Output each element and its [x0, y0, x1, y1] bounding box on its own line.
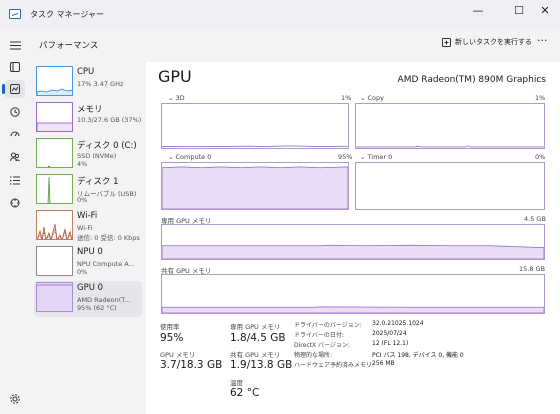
page-title: パフォーマンス: [39, 41, 99, 51]
list-item-name: ディスク 0 (C:): [77, 141, 137, 151]
dedicated-memory-label: 専用 GPU メモリ: [230, 323, 281, 331]
list-item-value: 95% (62 °C): [77, 304, 117, 312]
title-bar: タスク マネージャー — ☐ ✕: [0, 0, 560, 30]
cpu-thumbnail: [36, 66, 73, 96]
gpu-memory-label: GPU メモリ: [160, 351, 196, 359]
physical-location-key: 物理的な場所:: [294, 352, 333, 359]
dedicated-memory-value: 1.8/4.5 GB: [230, 332, 286, 344]
app-history-icon[interactable]: [5, 103, 25, 121]
list-item-detail: AMD Radeon(T...: [77, 296, 131, 304]
disk-0-thumbnail: [36, 138, 73, 168]
list-item-gpu-0[interactable]: GPU 0 AMD Radeon(T... 95% (62 °C): [34, 281, 142, 317]
graph-compute-selector[interactable]: ⌄ Compute 0: [168, 153, 211, 161]
graph-compute: [161, 162, 349, 210]
graph-3d-label: 3D: [175, 94, 185, 102]
graph-timer: [355, 162, 545, 210]
run-task-label: 新しいタスクを実行する: [455, 38, 532, 46]
list-item-memory[interactable]: メモリ 10.3/27.6 GB (37%): [34, 101, 142, 137]
shared-memory-value: 1.9/13.8 GB: [230, 359, 293, 371]
window-title: タスク マネージャー: [30, 10, 104, 19]
directx-version-key: DirectX バージョン:: [294, 342, 350, 349]
list-item-detail: NPU Compute A...: [77, 260, 135, 268]
minimize-button[interactable]: —: [465, 2, 491, 22]
list-item-name: GPU 0: [77, 283, 104, 293]
nav-rail: [0, 30, 30, 414]
list-item-name: NPU 0: [77, 247, 103, 257]
directx-version-value: 12 (FL 12.1): [372, 340, 409, 347]
list-item-value: 0%: [77, 268, 88, 276]
graph-compute-label: Compute 0: [175, 153, 212, 161]
graph-timer-selector[interactable]: ⌄ Timer 0: [360, 153, 392, 161]
list-item-detail: Wi-Fi: [77, 224, 93, 232]
close-button[interactable]: ✕: [532, 2, 558, 22]
resource-list: CPU 17% 3.47 GHz メモリ 10.3/27.6 GB (37%) …: [30, 62, 144, 322]
list-item-detail: 10.3/27.6 GB (37%): [77, 116, 142, 124]
processes-icon[interactable]: [5, 58, 25, 76]
shared-memory-label: 共有 GPU メモリ: [230, 351, 281, 359]
temperature-label: 温度: [230, 379, 243, 387]
maximize-button[interactable]: ☐: [506, 2, 532, 22]
memory-thumbnail: [36, 102, 73, 132]
graph-copy-selector[interactable]: ⌄ Copy: [360, 94, 384, 102]
gpu-heading: GPU: [158, 67, 192, 86]
usage-value: 95%: [160, 332, 184, 344]
gpu-memory-value: 3.7/18.3 GB: [160, 359, 223, 371]
driver-version-value: 32.0.21025.1024: [372, 320, 424, 327]
driver-date-key: ドライバーの日付:: [294, 332, 344, 339]
list-item-wifi[interactable]: Wi-Fi Wi-Fi 送信: 0 受信: 0 Kbps: [34, 209, 142, 245]
performance-icon[interactable]: [2, 80, 25, 98]
gpu-detail-panel: GPU AMD Radeon(TM) 890M Graphics ⌄ 3D 1%…: [146, 62, 560, 414]
list-item-disk-1[interactable]: ディスク 1 リムーバブル (USB) 0%: [34, 173, 142, 209]
driver-version-key: ドライバーのバージョン:: [294, 322, 362, 329]
list-item-name: メモリ: [77, 105, 103, 115]
gpu-model-name: AMD Radeon(TM) 890M Graphics: [397, 75, 546, 85]
list-item-disk-0[interactable]: ディスク 0 (C:) SSD (NVMe) 4%: [34, 137, 142, 173]
hamburger-icon[interactable]: [5, 36, 25, 54]
settings-icon[interactable]: [5, 390, 25, 408]
list-item-name: CPU: [77, 67, 95, 77]
graph-copy-percent: 1%: [535, 94, 546, 102]
graph-compute-percent: 95%: [338, 153, 353, 161]
list-item-cpu[interactable]: CPU 17% 3.47 GHz: [34, 65, 142, 101]
graph-3d: [161, 103, 349, 149]
run-new-task-button[interactable]: 新しいタスクを実行する: [442, 37, 532, 47]
graph-3d-percent: 1%: [341, 94, 352, 102]
graph-shared-memory: [161, 274, 545, 314]
list-item-name: Wi-Fi: [77, 211, 98, 221]
list-item-detail: SSD (NVMe): [77, 152, 117, 160]
graph-timer-percent: 0%: [535, 153, 546, 161]
list-item-detail: 17% 3.47 GHz: [77, 80, 124, 88]
list-item-name: ディスク 1: [77, 177, 119, 187]
temperature-value: 62 °C: [230, 387, 260, 399]
details-icon[interactable]: [5, 171, 25, 189]
graph-shared-memory-max: 15.8 GB: [519, 265, 546, 273]
graph-timer-label: Timer 0: [367, 153, 393, 161]
driver-date-value: 2025/07/24: [372, 330, 407, 337]
graph-dedicated-memory-max: 4.5 GB: [524, 215, 546, 223]
task-manager-app-icon: [9, 9, 21, 19]
list-item-value: 送信: 0 受信: 0 Kbps: [77, 234, 140, 242]
users-icon[interactable]: [5, 148, 25, 166]
physical-location-value: PCI バス 198, デバイス 0, 機能 0: [372, 352, 464, 359]
disk-1-thumbnail: [36, 174, 73, 204]
list-item-value: 4%: [77, 160, 88, 168]
graph-dedicated-memory: [161, 224, 545, 260]
services-icon[interactable]: [5, 194, 25, 212]
graph-copy: [355, 103, 545, 149]
reserved-memory-key: ハードウェア予約済みメモリ:: [294, 362, 375, 369]
wifi-thumbnail: [36, 210, 73, 240]
graph-copy-label: Copy: [367, 94, 385, 102]
list-item-npu[interactable]: NPU 0 NPU Compute A... 0%: [34, 245, 142, 281]
list-item-value: 0%: [77, 196, 88, 204]
run-task-icon: [442, 37, 451, 47]
graph-3d-selector[interactable]: ⌄ 3D: [168, 94, 185, 102]
more-options-button[interactable]: ···: [537, 34, 548, 47]
gpu-thumbnail: [36, 282, 73, 312]
reserved-memory-value: 256 MB: [372, 360, 395, 367]
npu-thumbnail: [36, 246, 73, 276]
usage-label: 使用率: [160, 323, 180, 331]
startup-icon[interactable]: [5, 126, 25, 144]
